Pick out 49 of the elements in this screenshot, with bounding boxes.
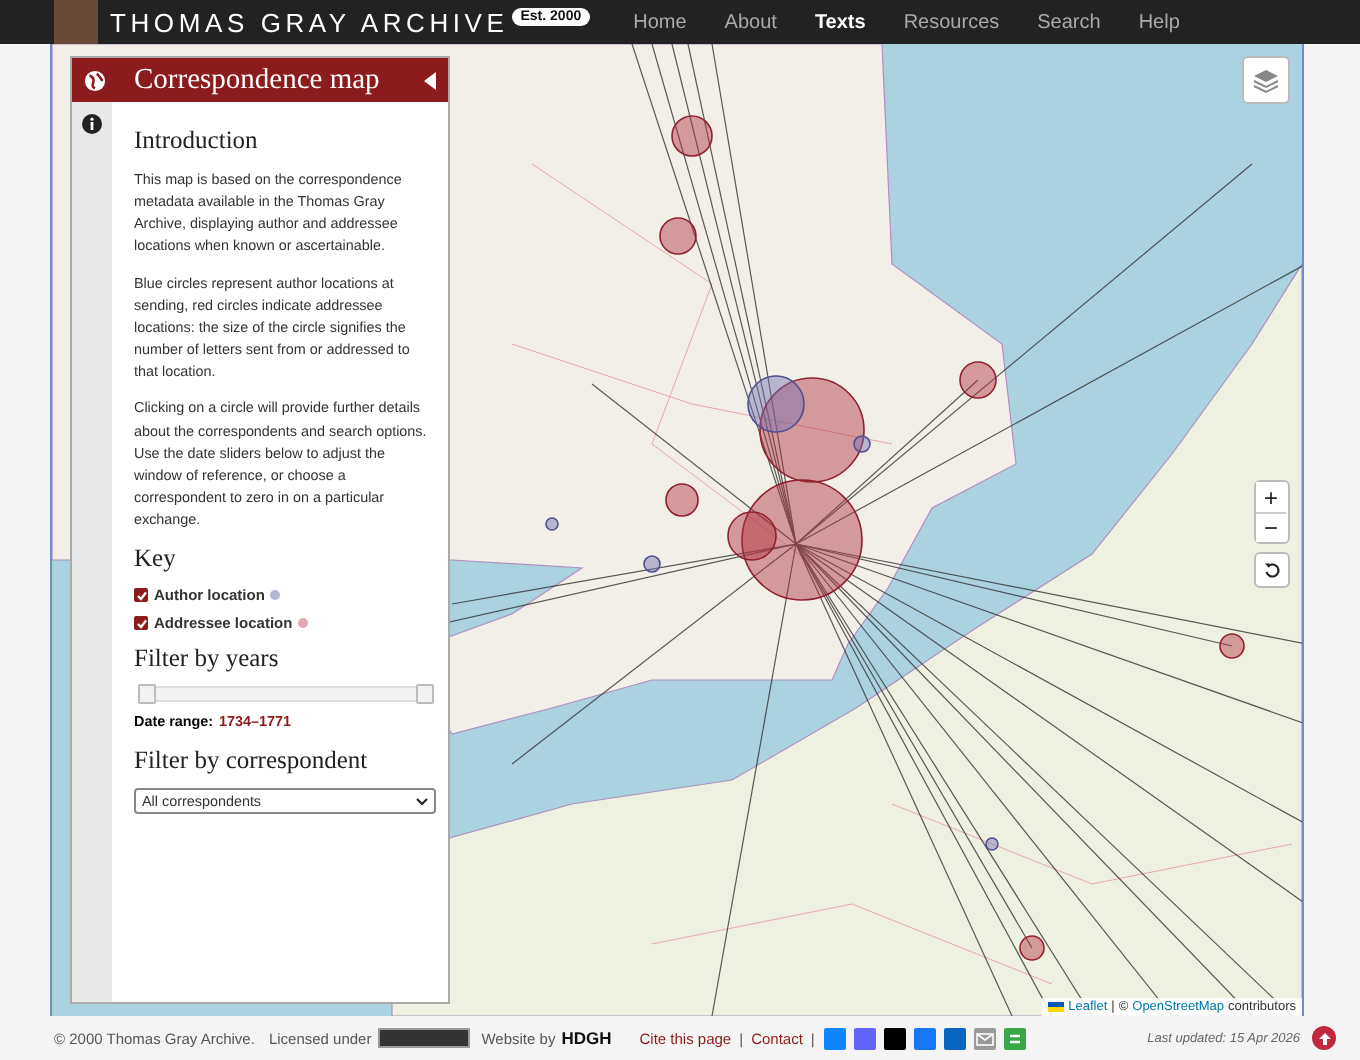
share-icon[interactable] — [1004, 1027, 1027, 1049]
reset-icon — [1264, 562, 1280, 578]
correspondent-heading: Filter by correspondent — [134, 746, 370, 777]
reset-view-button[interactable] — [1254, 552, 1290, 588]
back-to-top-button[interactable] — [1312, 1026, 1336, 1050]
location-circle[interactable] — [659, 217, 697, 255]
layers-button[interactable] — [1242, 56, 1290, 104]
location-circle[interactable] — [545, 517, 559, 531]
studio-logo[interactable]: HDGH — [561, 1028, 612, 1048]
info-icon[interactable] — [82, 114, 102, 134]
location-circle[interactable] — [959, 361, 997, 399]
location-circle[interactable] — [759, 377, 865, 483]
nav-link[interactable]: About — [724, 11, 777, 33]
nav-link[interactable]: Help — [1138, 11, 1180, 33]
arrow-up-icon — [1317, 1031, 1331, 1045]
location-circle[interactable] — [1219, 633, 1245, 659]
year-slider[interactable] — [138, 686, 432, 703]
globe-icon[interactable] — [84, 69, 106, 91]
nav-link[interactable]: Search — [1037, 11, 1101, 33]
social-media-icon[interactable] — [884, 1027, 907, 1049]
slider-handle[interactable] — [416, 684, 434, 705]
location-circle[interactable] — [985, 837, 999, 851]
intro-heading: Introduction — [134, 126, 260, 156]
license-badge-icon[interactable] — [377, 1028, 470, 1048]
location-circle[interactable] — [747, 375, 805, 433]
layers-icon — [1252, 67, 1280, 93]
site-title[interactable]: THOMAS GRAY ARCHIVE — [110, 7, 509, 37]
flag-icon — [1048, 1002, 1065, 1012]
collapse-icon[interactable] — [424, 71, 436, 89]
portrait-photo-placeholder — [54, 0, 98, 44]
location-circle[interactable] — [665, 483, 699, 517]
location-circle[interactable] — [1019, 935, 1045, 961]
panel-title: Correspondence map — [134, 63, 382, 97]
location-circle[interactable] — [643, 555, 661, 573]
nav-link[interactable]: Home — [633, 11, 687, 33]
nav-link[interactable]: Texts — [814, 11, 866, 33]
location-circle[interactable] — [741, 479, 863, 601]
location-circle[interactable] — [727, 511, 777, 561]
caret-icon — [416, 797, 428, 806]
checkbox[interactable] — [134, 616, 148, 631]
location-circle[interactable] — [671, 115, 713, 157]
envelope-icon[interactable] — [974, 1027, 997, 1049]
slider-handle[interactable] — [138, 684, 156, 705]
years-heading: Filter by years — [134, 644, 281, 675]
key-heading: Key — [134, 544, 178, 575]
nav-link[interactable]: Resources — [903, 11, 1000, 33]
zoom-out-button[interactable]: − — [1256, 512, 1286, 542]
checkbox[interactable] — [134, 588, 148, 603]
location-circle[interactable] — [853, 435, 871, 453]
